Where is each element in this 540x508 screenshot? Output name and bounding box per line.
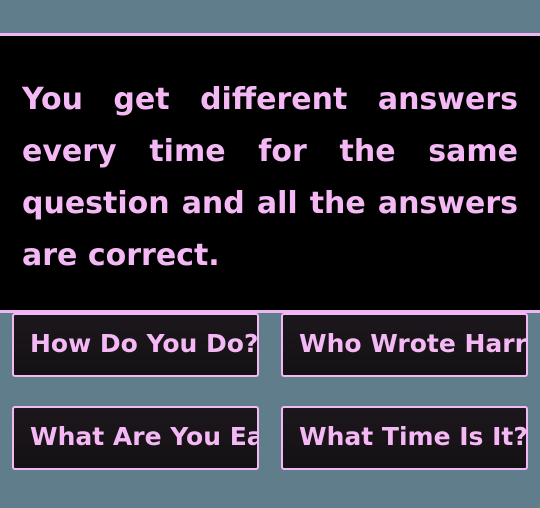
answer-button-2[interactable]: Who Wrote Harry: [281, 313, 528, 377]
answer-button-3[interactable]: What Are You Eating?: [12, 406, 259, 470]
answer-button-4[interactable]: What Time Is It?: [281, 406, 528, 470]
question-panel: You get different answers every time for…: [0, 33, 540, 313]
question-text: You get different answers every time for…: [22, 82, 518, 273]
answer-button-1[interactable]: How Do You Do?: [12, 313, 259, 377]
